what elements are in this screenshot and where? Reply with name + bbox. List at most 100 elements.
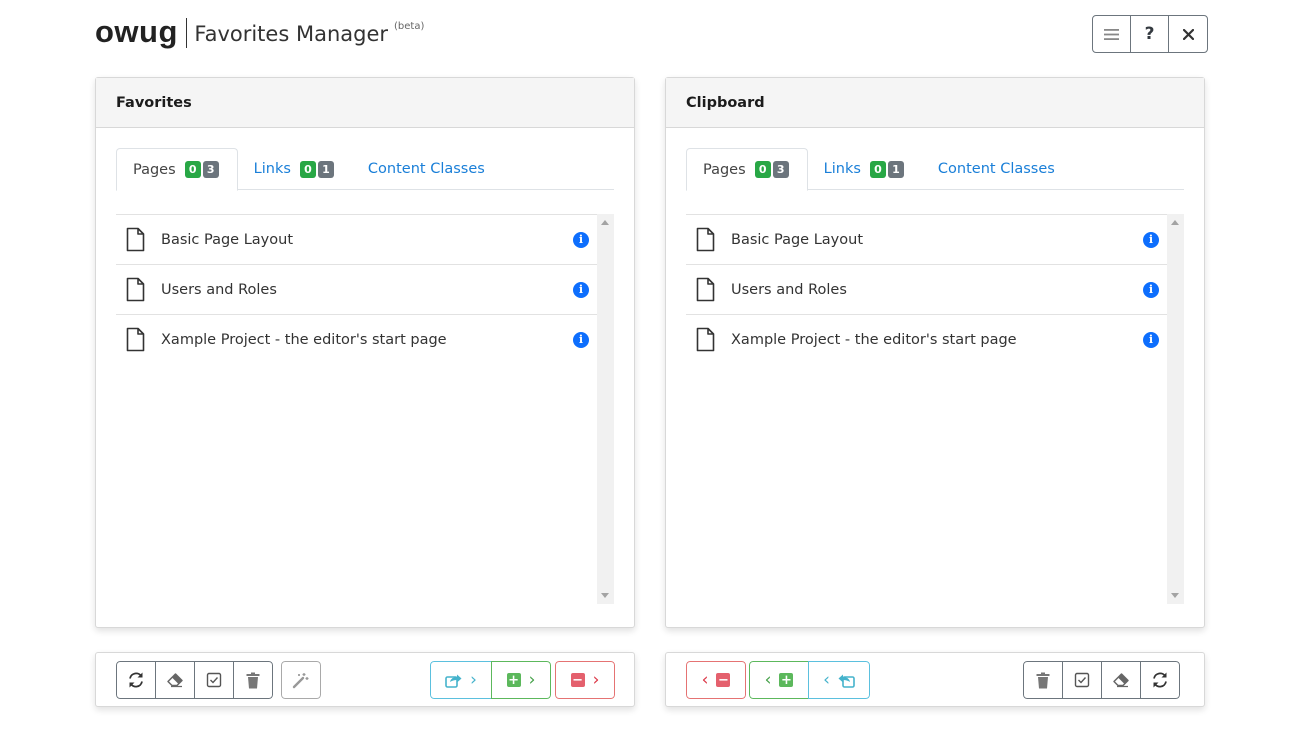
count-badge-selected: 0: [869, 160, 886, 178]
count-badge-total: 1: [887, 160, 904, 178]
clear-selection-button[interactable]: [1101, 661, 1141, 699]
add-to-clipboard-icon: +: [506, 672, 521, 688]
scroll-down-arrow-icon[interactable]: [601, 593, 609, 598]
list-item-label: Users and Roles: [161, 281, 277, 298]
clipboard-tabs: Pages 03 Links 01 Content Classes: [686, 148, 1184, 191]
info-icon[interactable]: i: [573, 232, 589, 248]
tab-label: Pages: [133, 161, 176, 178]
delete-button[interactable]: [1023, 661, 1063, 699]
copy-to-clipboard-button[interactable]: ›: [430, 661, 492, 699]
clipboard-list-container: Basic Page Layout i Users and Roles i Xa…: [686, 214, 1184, 604]
select-all-button[interactable]: [1062, 661, 1102, 699]
document-icon: [696, 327, 715, 352]
chevron-right-icon: ›: [470, 669, 477, 690]
clear-selection-button[interactable]: [155, 661, 195, 699]
refresh-icon: [129, 672, 143, 688]
clipboard-panel-title: Clipboard: [666, 78, 1204, 128]
chevron-left-icon: ‹: [701, 669, 709, 690]
count-badge-total: 1: [317, 160, 334, 178]
send-to-favorites-group: ‹ + ‹: [749, 661, 870, 699]
magic-wand-icon: [292, 673, 309, 689]
tab-pages[interactable]: Pages 03: [116, 148, 238, 191]
refresh-icon: [1153, 672, 1167, 688]
trash-icon: [1036, 672, 1050, 688]
favorites-tabs: Pages 03 Links 01 Content Classes: [116, 148, 614, 191]
refresh-button[interactable]: [116, 661, 156, 699]
magic-group: [281, 661, 321, 699]
tab-links[interactable]: Links 01: [238, 148, 352, 190]
menu-icon: [1104, 28, 1119, 40]
count-badge-selected: 0: [299, 160, 316, 178]
delete-button[interactable]: [233, 661, 273, 699]
eraser-icon: [167, 673, 183, 688]
list-item[interactable]: Basic Page Layout i: [686, 214, 1167, 264]
clipboard-list: Basic Page Layout i Users and Roles i Xa…: [686, 214, 1167, 604]
checkbox-icon: [206, 672, 222, 688]
brand-divider: [185, 18, 188, 48]
info-icon[interactable]: i: [1143, 332, 1159, 348]
tab-pages[interactable]: Pages 03: [686, 148, 808, 191]
select-all-button[interactable]: [194, 661, 234, 699]
count-badge-total: 3: [772, 161, 789, 178]
tab-content-classes[interactable]: Content Classes: [352, 148, 501, 190]
document-icon: [126, 327, 145, 352]
scroll-up-arrow-icon[interactable]: [601, 220, 609, 225]
list-item-label: Basic Page Layout: [161, 231, 294, 248]
list-item-label: Basic Page Layout: [731, 231, 864, 248]
document-icon: [696, 277, 715, 302]
chevron-right-icon: ›: [528, 669, 536, 690]
favorites-panel-title: Favorites: [96, 78, 634, 128]
list-item[interactable]: Users and Roles i: [686, 264, 1167, 314]
list-item-label: Xample Project - the editor's start page: [731, 331, 1017, 348]
share-to-clipboard-icon: [445, 674, 462, 688]
list-item[interactable]: Xample Project - the editor's start page…: [686, 314, 1167, 364]
favorites-list: Basic Page Layout i Users and Roles i Xa…: [116, 214, 597, 604]
clipboard-panel: Clipboard Pages 03 Links 01 Content Clas…: [665, 77, 1205, 628]
page-title: Favorites Manager: [194, 22, 389, 46]
remove-to-clipboard-icon: −: [570, 672, 585, 688]
clipboard-toolbar: ‹ − ‹ + ‹: [665, 652, 1205, 707]
logo: owug: [95, 14, 178, 49]
remove-from-favorites-button[interactable]: ‹ −: [686, 661, 746, 699]
add-to-clipboard-button[interactable]: + ›: [491, 661, 551, 699]
clipboard-tools-group: [1023, 661, 1180, 699]
tab-content-classes[interactable]: Content Classes: [922, 148, 1071, 190]
add-from-clipboard-icon: +: [779, 672, 794, 688]
remove-group: − ›: [555, 661, 615, 699]
checkbox-icon: [1074, 672, 1090, 688]
trash-icon: [246, 672, 260, 688]
scroll-down-arrow-icon[interactable]: [1171, 593, 1179, 598]
scrollbar[interactable]: [597, 214, 614, 604]
info-icon[interactable]: i: [1143, 282, 1159, 298]
scroll-up-arrow-icon[interactable]: [1171, 220, 1179, 225]
return-from-clipboard-icon: [838, 674, 855, 688]
remove-from-clipboard-button[interactable]: − ›: [555, 661, 615, 699]
list-item[interactable]: Xample Project - the editor's start page…: [116, 314, 597, 364]
remove-group: ‹ −: [686, 661, 746, 699]
scrollbar[interactable]: [1167, 214, 1184, 604]
tab-label: Content Classes: [937, 161, 1055, 177]
help-button[interactable]: ?: [1131, 16, 1169, 52]
chevron-left-icon: ‹: [764, 669, 772, 690]
magic-button[interactable]: [281, 661, 321, 699]
document-icon: [126, 227, 145, 252]
document-icon: [696, 227, 715, 252]
brand: owug Favorites Manager (beta): [95, 14, 424, 54]
close-icon: [1182, 28, 1194, 40]
tab-label: Content Classes: [367, 161, 485, 177]
list-item-label: Users and Roles: [731, 281, 847, 298]
info-icon[interactable]: i: [573, 332, 589, 348]
list-item[interactable]: Basic Page Layout i: [116, 214, 597, 264]
close-button[interactable]: [1169, 16, 1207, 52]
chevron-left-icon: ‹: [823, 669, 830, 690]
list-item[interactable]: Users and Roles i: [116, 264, 597, 314]
return-to-favorites-button[interactable]: ‹: [808, 661, 870, 699]
info-icon[interactable]: i: [1143, 232, 1159, 248]
beta-label: (beta): [394, 21, 425, 32]
refresh-button[interactable]: [1140, 661, 1180, 699]
tab-links[interactable]: Links 01: [808, 148, 922, 190]
help-icon: ?: [1144, 24, 1155, 44]
menu-button[interactable]: [1093, 16, 1131, 52]
info-icon[interactable]: i: [573, 282, 589, 298]
add-to-favorites-button[interactable]: ‹ +: [749, 661, 809, 699]
